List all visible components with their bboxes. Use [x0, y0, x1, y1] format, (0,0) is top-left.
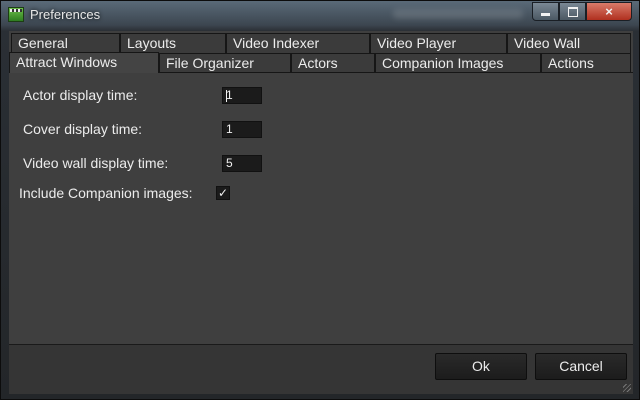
actor-display-time-input[interactable]: 1	[222, 87, 262, 104]
close-icon: ×	[605, 4, 613, 19]
preferences-panel: General Layouts Video Indexer Video Play…	[9, 31, 633, 394]
title-bar[interactable]: Preferences ×	[1, 1, 640, 29]
cover-display-time-value: 1	[226, 122, 233, 136]
cover-display-time-label: Cover display time:	[23, 121, 143, 137]
minimize-icon	[541, 13, 550, 16]
text-cursor	[226, 90, 227, 102]
tab-actors[interactable]: Actors	[291, 53, 375, 73]
background-blur	[393, 9, 523, 19]
tab-video-indexer[interactable]: Video Indexer	[226, 33, 370, 53]
actor-display-time-value: 1	[226, 88, 233, 102]
tab-file-organizer[interactable]: File Organizer	[159, 53, 291, 73]
dialog-footer: Ok Cancel	[9, 344, 633, 394]
video-wall-display-time-value: 5	[226, 156, 233, 170]
video-wall-display-time-label: Video wall display time:	[23, 155, 169, 171]
cover-display-time-input[interactable]: 1	[222, 121, 262, 138]
window-title: Preferences	[30, 7, 101, 22]
checkmark-icon: ✓	[217, 186, 229, 200]
close-button[interactable]: ×	[586, 2, 632, 21]
ok-button[interactable]: Ok	[435, 353, 527, 380]
tab-layouts[interactable]: Layouts	[120, 33, 226, 53]
minimize-button[interactable]	[532, 2, 559, 21]
maximize-icon	[567, 7, 578, 17]
tab-general[interactable]: General	[11, 33, 120, 53]
tab-actions[interactable]: Actions	[541, 53, 631, 73]
tab-companion-images[interactable]: Companion Images	[375, 53, 541, 73]
actor-display-time-label: Actor display time:	[23, 87, 138, 103]
include-companion-images-checkbox[interactable]: ✓	[216, 186, 230, 200]
tab-attract-windows[interactable]: Attract Windows	[9, 52, 159, 73]
video-wall-display-time-input[interactable]: 5	[222, 155, 262, 172]
maximize-button[interactable]	[559, 2, 586, 21]
preferences-window: Preferences × General Layouts Video Inde…	[0, 0, 640, 400]
resize-grip[interactable]	[623, 384, 631, 392]
clapperboard-icon	[8, 7, 24, 22]
tab-video-player[interactable]: Video Player	[370, 33, 507, 53]
cancel-button[interactable]: Cancel	[535, 353, 627, 380]
tab-video-wall[interactable]: Video Wall	[507, 33, 631, 53]
include-companion-images-label: Include Companion images:	[19, 185, 193, 201]
